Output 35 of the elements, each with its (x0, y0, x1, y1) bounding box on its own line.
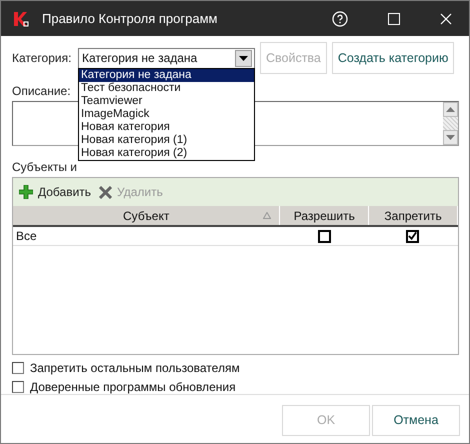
app-logo-icon (12, 10, 30, 28)
checkbox[interactable] (12, 380, 24, 392)
deny-checkbox[interactable] (406, 230, 418, 242)
category-label: Категория: (12, 51, 72, 65)
allow-checkbox[interactable] (318, 230, 330, 242)
category-dropdown[interactable]: Категория не задана (78, 48, 255, 68)
subjects-label: Субъекты и (12, 160, 77, 174)
maximize-icon[interactable] (388, 12, 400, 24)
help-icon[interactable] (332, 10, 348, 26)
checkbox-label: Запретить остальным пользователям (30, 360, 240, 374)
dropdown-option[interactable]: Новая категория (2) (79, 146, 254, 160)
dropdown-option[interactable]: Teamviewer (79, 94, 254, 108)
dropdown-option[interactable]: Новая категория (1) (79, 134, 254, 146)
dropdown-option[interactable]: Новая категория (79, 120, 254, 134)
close-icon[interactable] (440, 12, 452, 24)
table-cell-text: Все (15, 229, 38, 243)
sort-icon (263, 212, 272, 219)
scroll-up-icon[interactable] (446, 107, 455, 112)
description-label: Описание: (12, 84, 71, 98)
column-header[interactable]: Субъект (13, 206, 280, 225)
scrollbar[interactable] (443, 102, 458, 145)
cancel-button[interactable]: Отмена (372, 404, 460, 436)
checkbox[interactable] (12, 362, 24, 374)
window-title: Правило Контроля программ (42, 11, 218, 26)
checkbox-label: Доверенные программы обновления (30, 380, 236, 394)
dropdown-option[interactable]: Тест безопасности (79, 82, 254, 94)
create-category-button[interactable]: Создать категорию (332, 42, 454, 74)
plus-icon (19, 185, 33, 199)
cross-icon (99, 186, 112, 198)
add-button[interactable]: Добавить (19, 185, 92, 199)
scroll-down-icon[interactable] (446, 135, 455, 140)
column-header[interactable]: Разрешить (280, 206, 370, 225)
dropdown-option[interactable]: ImageMagick (79, 108, 254, 120)
column-header[interactable]: Запретить (369, 206, 458, 225)
dropdown-option[interactable]: Категория не задана (79, 68, 254, 82)
